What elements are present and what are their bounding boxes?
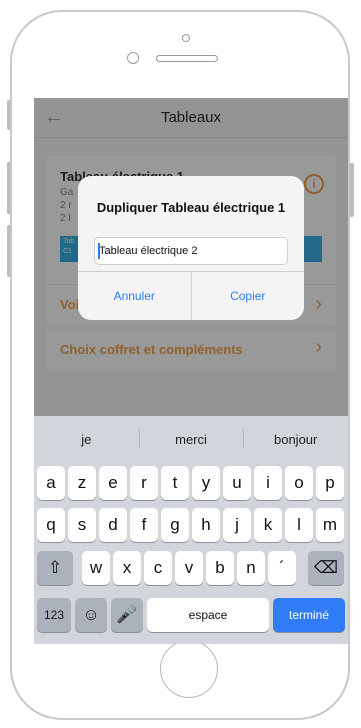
key[interactable]: r bbox=[130, 466, 158, 500]
home-button[interactable] bbox=[160, 640, 218, 698]
suggestion-item[interactable]: merci bbox=[138, 428, 244, 449]
speaker-grille bbox=[156, 55, 218, 62]
key[interactable]: g bbox=[161, 508, 189, 542]
key[interactable]: t bbox=[161, 466, 189, 500]
dialog-title: Dupliquer Tableau électrique 1 bbox=[96, 200, 286, 215]
shift-icon[interactable]: ⇧ bbox=[37, 551, 73, 585]
key[interactable]: l bbox=[285, 508, 313, 542]
cancel-button[interactable]: Annuler bbox=[78, 272, 191, 320]
key[interactable]: k bbox=[254, 508, 282, 542]
key[interactable]: n bbox=[237, 551, 265, 585]
key[interactable]: u bbox=[223, 466, 251, 500]
delete-icon[interactable]: ⌫ bbox=[308, 551, 344, 585]
done-key[interactable]: terminé bbox=[273, 598, 345, 632]
camera-icon bbox=[127, 52, 139, 64]
keyboard: je merci bonjour a z e r t y u i o p q s… bbox=[34, 416, 348, 644]
key[interactable]: q bbox=[37, 508, 65, 542]
key[interactable]: d bbox=[99, 508, 127, 542]
app-screen: ← Tableaux Tableau électrique 1 Ga 2 r 2… bbox=[34, 98, 348, 644]
suggestion-item[interactable]: bonjour bbox=[243, 428, 348, 449]
suggestion-bar: je merci bonjour bbox=[34, 416, 348, 462]
key[interactable]: c bbox=[144, 551, 172, 585]
key[interactable]: v bbox=[175, 551, 203, 585]
key[interactable]: w bbox=[82, 551, 110, 585]
numbers-key[interactable]: 123 bbox=[37, 598, 71, 632]
copy-button[interactable]: Copier bbox=[190, 272, 305, 320]
key[interactable]: m bbox=[316, 508, 344, 542]
emoji-icon[interactable]: ☺ bbox=[75, 598, 107, 632]
text-caret bbox=[98, 243, 100, 259]
key[interactable]: o bbox=[285, 466, 313, 500]
sensor-icon bbox=[182, 34, 190, 42]
duplicate-dialog: Dupliquer Tableau électrique 1 Tableau é… bbox=[78, 176, 304, 320]
key[interactable]: a bbox=[37, 466, 65, 500]
key[interactable]: p bbox=[316, 466, 344, 500]
dialog-buttons: Annuler Copier bbox=[78, 271, 304, 320]
key[interactable]: s bbox=[68, 508, 96, 542]
tableau-name-input[interactable]: Tableau électrique 2 bbox=[94, 237, 288, 265]
key[interactable]: ´ bbox=[268, 551, 296, 585]
key[interactable]: y bbox=[192, 466, 220, 500]
key[interactable]: h bbox=[192, 508, 220, 542]
key[interactable]: x bbox=[113, 551, 141, 585]
microphone-icon[interactable]: 🎤 bbox=[111, 598, 143, 632]
key[interactable]: j bbox=[223, 508, 251, 542]
key[interactable]: z bbox=[68, 466, 96, 500]
space-key[interactable]: espace bbox=[147, 598, 269, 632]
key[interactable]: b bbox=[206, 551, 234, 585]
key[interactable]: e bbox=[99, 466, 127, 500]
suggestion-item[interactable]: je bbox=[34, 432, 139, 447]
key[interactable]: i bbox=[254, 466, 282, 500]
key[interactable]: f bbox=[130, 508, 158, 542]
